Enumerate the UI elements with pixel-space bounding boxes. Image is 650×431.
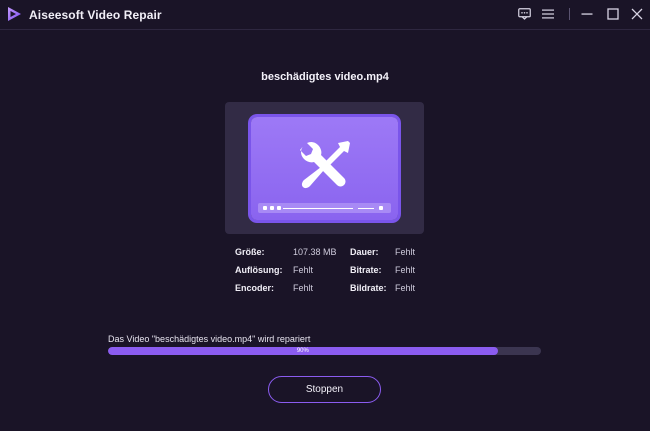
feedback-icon — [517, 8, 531, 20]
progress-percent: 90% — [296, 348, 309, 354]
prev-icon — [263, 206, 267, 210]
titlebar-separator — [569, 8, 570, 20]
stop-button[interactable]: Stoppen — [268, 376, 381, 403]
minimize-button[interactable] — [578, 5, 596, 23]
video-thumbnail — [251, 117, 398, 220]
player-controls-bar — [258, 203, 391, 213]
close-icon — [631, 8, 643, 20]
bitrate-label: Bitrate: — [350, 265, 382, 275]
resolution-value: Fehlt — [293, 265, 314, 275]
volume-track — [358, 207, 374, 209]
maximize-button[interactable] — [604, 5, 622, 23]
next-icon — [277, 206, 281, 210]
size-label: Größe: — [235, 247, 265, 257]
video-thumbnail-frame — [225, 102, 424, 234]
repair-tools-icon — [300, 141, 350, 189]
file-name: beschädigtes video.mp4 — [261, 71, 389, 83]
menu-button[interactable] — [539, 5, 557, 23]
app-title: Aiseesoft Video Repair — [29, 8, 162, 22]
fullscreen-icon — [379, 206, 383, 210]
app-logo-icon — [8, 7, 21, 21]
repair-progress-bar: 90% — [108, 347, 541, 355]
maximize-icon — [607, 8, 619, 20]
duration-label: Dauer: — [350, 247, 379, 257]
feedback-button[interactable] — [515, 5, 533, 23]
app-window: Aiseesoft Video Repair beschädigtes vide… — [0, 0, 650, 431]
encoder-label: Encoder: — [235, 283, 275, 293]
play-icon — [270, 206, 274, 210]
framerate-label: Bildrate: — [350, 283, 387, 293]
resolution-label: Auflösung: — [235, 265, 283, 275]
minimize-icon — [581, 13, 593, 15]
size-value: 107.38 MB — [293, 247, 337, 257]
framerate-value: Fehlt — [395, 283, 416, 293]
duration-value: Fehlt — [395, 247, 416, 257]
bitrate-value: Fehlt — [395, 265, 416, 275]
close-button[interactable] — [628, 5, 646, 23]
player-track — [283, 207, 353, 209]
title-bar: Aiseesoft Video Repair — [0, 0, 650, 30]
menu-icon — [542, 9, 554, 19]
encoder-value: Fehlt — [293, 283, 314, 293]
repair-status-text: Das Video "beschädigtes video.mp4" wird … — [108, 334, 311, 344]
